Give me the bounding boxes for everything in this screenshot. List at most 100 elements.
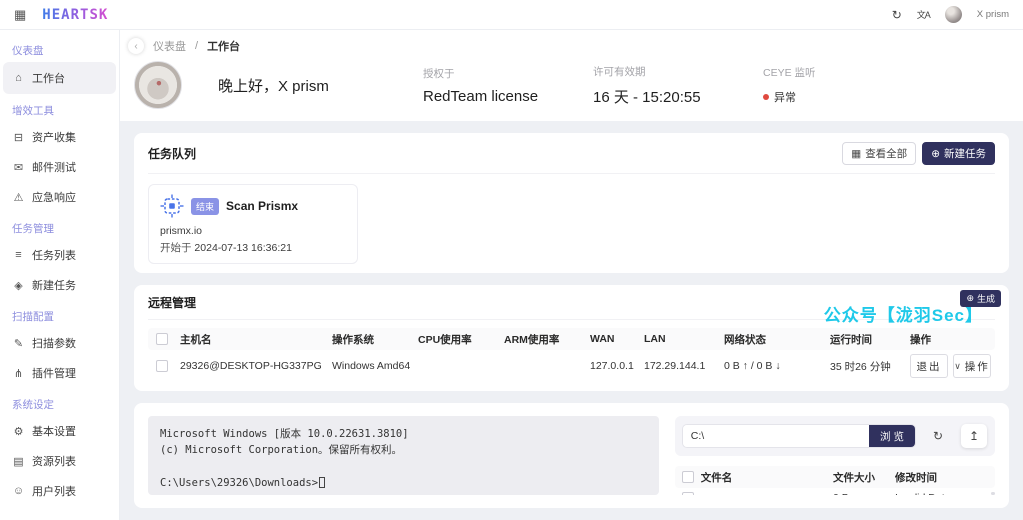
os-value: Windows Amd64: [332, 360, 411, 372]
remote-title: 远程管理: [148, 296, 197, 310]
col-lan: LAN: [644, 333, 666, 345]
sidebar-item-workbench[interactable]: ⌂ 工作台: [3, 62, 116, 94]
sidebar-item-basic-settings[interactable]: ⚙ 基本设置: [0, 416, 119, 446]
col-uptime: 运行时间: [830, 333, 872, 346]
upload-icon[interactable]: ↥: [961, 424, 987, 448]
license-label: 授权于: [423, 67, 455, 80]
sidebar-item-mail-test[interactable]: ✉ 邮件测试: [0, 152, 119, 182]
sidebar-item-label: 新建任务: [32, 280, 76, 292]
list-icon: ≡: [15, 249, 22, 261]
greeting-banner: 晚上好，X prism 授权于 RedTeam license 许可有效期 16…: [120, 56, 1023, 121]
chevron-down-icon: ∨: [954, 360, 961, 371]
file-row-up[interactable]: .. 0 B Invalid Date: [675, 488, 995, 495]
breadcrumb-separator: /: [195, 40, 199, 52]
envelope-icon: ✉: [13, 161, 24, 174]
topbar: ▦ HEARTSK ↻ 文A X prism: [0, 0, 1023, 30]
terminal-prompt-line: C:\Users\29326\Downloads>: [160, 475, 647, 491]
section-dashboard: 仪表盘: [12, 45, 44, 57]
user-avatar-large: [134, 61, 182, 109]
translate-icon[interactable]: 文A: [917, 8, 931, 21]
uptime-value: 35 时26 分钟: [830, 360, 891, 373]
task-status-badge: 结束: [191, 197, 220, 215]
expiry-block: 许可有效期 16 天 - 15:20:55: [593, 64, 763, 107]
task-queue-title: 任务队列: [148, 147, 197, 161]
sidebar-item-label: 资源列表: [32, 456, 76, 468]
generate-label: 生成: [976, 294, 995, 304]
sidebar-item-new-task[interactable]: ◈ 新建任务: [0, 270, 119, 300]
col-cpu: CPU使用率: [418, 333, 472, 346]
asset-box-icon: ⊟: [13, 131, 24, 144]
ceye-block: CEYE 监听 异常: [763, 65, 933, 105]
refresh-files-icon[interactable]: ↻: [925, 424, 951, 448]
col-actions: 操作: [910, 333, 931, 346]
path-input[interactable]: [682, 425, 869, 447]
col-mtime: 修改时间: [895, 471, 937, 484]
browse-button[interactable]: 浏览: [869, 425, 915, 447]
sidebar-item-plugin-management[interactable]: ⋔ 插件管理: [0, 358, 119, 388]
sidebar-item-label: 资产收集: [32, 132, 76, 144]
task-card[interactable]: 结束 Scan Prismx prismx.io 开始于 2024-07-13 …: [148, 184, 358, 264]
plus-circle-icon: ⊕: [966, 293, 974, 303]
sidebar-item-user-list[interactable]: ☺ 用户列表: [0, 476, 119, 506]
file-table-header: 文件名 文件大小 修改时间: [674, 466, 995, 488]
col-hostname: 主机名: [180, 333, 212, 346]
files-select-all-checkbox[interactable]: [681, 471, 694, 483]
file-checkbox[interactable]: [681, 492, 694, 495]
sidebar-item-scan-params[interactable]: ✎ 扫描参数: [0, 328, 119, 358]
terminal-prompt: C:\Users\29326\Downloads>: [160, 476, 319, 489]
sidebar-item-emergency-response[interactable]: ⚠ 应急响应: [0, 182, 119, 212]
sidebar: 仪表盘 ⌂ 工作台 增效工具 ⊟ 资产收集 ✉ 邮件测试 ⚠ 应急响应 任务管理…: [0, 30, 120, 520]
grid-icon: ▦: [851, 147, 862, 160]
sidebar-collapse-button[interactable]: ‹: [128, 38, 144, 54]
sidebar-item-resource-list[interactable]: ▤ 资源列表: [0, 446, 119, 476]
branch-icon: ⋔: [13, 367, 24, 380]
remote-table-header: 主机名 操作系统 CPU使用率 ARM使用率 WAN LAN 网络状态 运行时间…: [148, 328, 995, 350]
exit-button[interactable]: 退出: [910, 354, 948, 378]
task-target: prismx.io: [160, 225, 203, 237]
sidebar-item-task-list[interactable]: ≡ 任务列表: [0, 240, 119, 270]
row-checkbox[interactable]: [156, 360, 168, 372]
file-toolbar: 浏览 ↻ ↥: [674, 416, 995, 456]
terminal-line: (c) Microsoft Corporation。保留所有权利。: [160, 444, 403, 457]
new-task-button[interactable]: ⊕ 新建任务: [922, 142, 995, 165]
col-filename: 文件名: [700, 471, 733, 484]
col-wan: WAN: [590, 333, 615, 345]
sidebar-item-label: 应急响应: [32, 192, 76, 204]
user-avatar-small[interactable]: [944, 6, 962, 23]
greeting-text: 晚上好，X prism: [218, 77, 329, 95]
wan-value: 127.0.0.1: [590, 360, 634, 372]
terminal[interactable]: Microsoft Windows [版本 10.0.22631.3810] (…: [148, 416, 659, 495]
remote-host-row: 29326@DESKTOP-HG337PG Windows Amd64 127.…: [148, 350, 995, 382]
license-block: 授权于 RedTeam license: [423, 66, 593, 105]
status-dot-error: [763, 94, 769, 100]
app-logo: HEARTSK: [42, 6, 109, 23]
license-value: RedTeam license: [423, 87, 539, 105]
edit-icon: ✎: [13, 337, 24, 350]
operations-label: 操作: [964, 360, 990, 373]
sidebar-item-label: 扫描参数: [32, 338, 76, 350]
file-list: 文件名 文件大小 修改时间 .. 0 B Invalid Date: [674, 466, 995, 495]
generate-button[interactable]: ⊕ 生成: [960, 290, 1001, 307]
sidebar-item-label: 工作台: [32, 73, 65, 85]
view-all-button[interactable]: ▦ 查看全部: [842, 142, 917, 165]
sidebar-item-label: 基本设置: [32, 426, 76, 438]
file-browser: 浏览 ↻ ↥ 文件名 文件大小 修改时间: [674, 416, 995, 495]
sidebar-item-asset-collection[interactable]: ⊟ 资产收集: [0, 122, 119, 152]
expiry-value: 16 天 - 15:20:55: [593, 88, 701, 106]
col-net-status: 网络状态: [724, 333, 766, 346]
file-list-scrollbar[interactable]: [991, 492, 995, 495]
home-icon: ⌂: [15, 72, 22, 84]
refresh-icon[interactable]: ↻: [892, 8, 902, 22]
shell-files-card: Microsoft Windows [版本 10.0.22631.3810] (…: [134, 403, 1009, 508]
operations-dropdown-button[interactable]: ∨ 操作: [953, 354, 991, 378]
emergency-icon: ⚠: [13, 191, 24, 204]
remote-management-card: ⊕ 生成 公众号【泷羽Sec】 远程管理 主机名 操作系统 CPU使用率 ARM…: [134, 285, 1009, 391]
section-efficiency-tools: 增效工具: [12, 105, 54, 117]
select-all-checkbox[interactable]: [156, 333, 168, 345]
apps-grid-icon[interactable]: ▦: [14, 7, 26, 23]
plus-circle-icon: ⊕: [931, 147, 940, 160]
section-system-settings: 系统设定: [12, 399, 54, 411]
task-started-label: 开始于: [160, 242, 192, 254]
task-queue-card: 任务队列 ▦ 查看全部 ⊕ 新建任务 结束 Scan Prismx prismx…: [134, 133, 1009, 273]
breadcrumb-parent[interactable]: 仪表盘: [153, 38, 186, 54]
